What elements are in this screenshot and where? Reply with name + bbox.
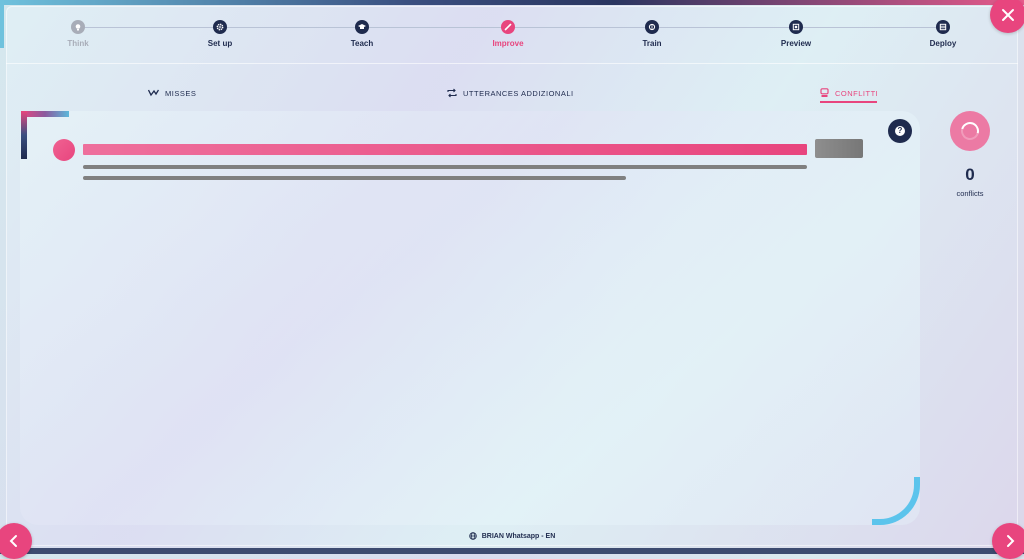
step-improve[interactable]: Improve (458, 20, 558, 48)
deploy-icon (936, 20, 950, 34)
close-button[interactable] (990, 0, 1024, 33)
bot-name: BRIAN Whatsapp - EN (481, 532, 556, 540)
loading-placeholder-line (83, 165, 807, 169)
tab-utterances-addizionali[interactable]: UTTERANCES ADDIZIONALI (447, 84, 574, 102)
loading-placeholder-title (83, 144, 807, 155)
step-deploy[interactable]: Deploy (893, 20, 993, 48)
wizard-stepper: Think Set up Teach Improve Train Preview (0, 14, 1024, 54)
conflicts-count-label: conflicts (956, 189, 984, 198)
close-icon (1002, 9, 1014, 21)
step-label: Train (642, 39, 662, 48)
help-button[interactable]: ? (888, 119, 912, 143)
misses-icon (148, 89, 159, 97)
loading-placeholder-line (83, 176, 626, 180)
step-label: Deploy (929, 39, 957, 48)
conflicts-count: 0 (965, 165, 975, 184)
step-label: Think (67, 39, 89, 48)
question-icon: ? (895, 126, 905, 136)
tab-label: MISSES (165, 88, 197, 98)
repeat-icon (447, 88, 457, 98)
bot-footer: BRIAN Whatsapp - EN (0, 532, 1024, 540)
step-preview[interactable]: Preview (746, 20, 846, 48)
card-corner-accent (21, 111, 69, 117)
active-tab-indicator (820, 101, 877, 103)
tab-label: CONFLITTI (835, 88, 879, 98)
step-label: Set up (207, 39, 233, 48)
card-corner-accent (21, 111, 27, 159)
pencil-icon (501, 20, 515, 34)
top-accent-bar (0, 0, 1024, 5)
conflicts-card (20, 111, 920, 525)
loading-placeholder-avatar (53, 139, 75, 161)
globe-icon (469, 532, 477, 540)
bottom-bar (0, 548, 1024, 554)
tab-label: UTTERANCES ADDIZIONALI (463, 88, 574, 98)
conflict-icon (820, 88, 829, 97)
tab-conflitti[interactable]: CONFLITTI (820, 84, 878, 102)
preview-icon (789, 20, 803, 34)
bulb-icon (71, 20, 85, 34)
brain-icon (645, 20, 659, 34)
step-label: Preview (780, 39, 812, 48)
chevron-right-icon (1007, 535, 1015, 547)
loading-placeholder-button (815, 139, 863, 158)
chevron-left-icon (9, 535, 17, 547)
step-label: Teach (350, 39, 374, 48)
graduation-cap-icon (355, 20, 369, 34)
tab-misses[interactable]: MISSES (148, 84, 196, 102)
step-train[interactable]: Train (602, 20, 702, 48)
step-label: Improve (492, 39, 524, 48)
loading-spinner (950, 111, 990, 151)
header-divider (6, 63, 1018, 64)
spinner-icon (957, 118, 983, 144)
step-setup[interactable]: Set up (170, 20, 270, 48)
step-teach[interactable]: Teach (312, 20, 412, 48)
gear-icon (213, 20, 227, 34)
step-think[interactable]: Think (28, 20, 128, 48)
